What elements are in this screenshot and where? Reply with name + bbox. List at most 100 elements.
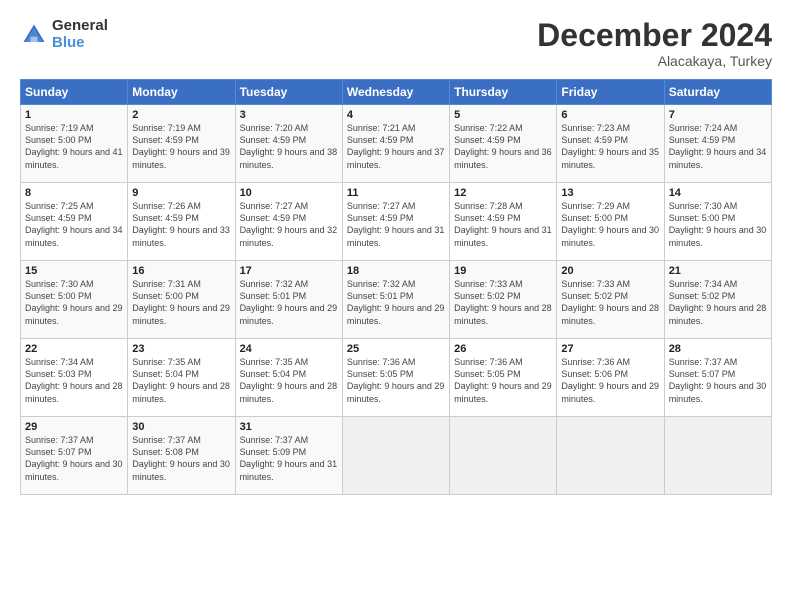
- calendar-cell: 14Sunrise: 7:30 AM Sunset: 5:00 PM Dayli…: [664, 183, 771, 261]
- weekday-monday: Monday: [128, 80, 235, 105]
- day-info: Sunrise: 7:35 AM Sunset: 5:04 PM Dayligh…: [132, 356, 230, 405]
- day-info: Sunrise: 7:31 AM Sunset: 5:00 PM Dayligh…: [132, 278, 230, 327]
- day-info: Sunrise: 7:37 AM Sunset: 5:07 PM Dayligh…: [669, 356, 767, 405]
- day-info: Sunrise: 7:33 AM Sunset: 5:02 PM Dayligh…: [561, 278, 659, 327]
- day-number: 13: [561, 187, 659, 199]
- day-number: 16: [132, 265, 230, 277]
- day-number: 28: [669, 343, 767, 355]
- day-info: Sunrise: 7:34 AM Sunset: 5:03 PM Dayligh…: [25, 356, 123, 405]
- day-info: Sunrise: 7:30 AM Sunset: 5:00 PM Dayligh…: [669, 200, 767, 249]
- day-info: Sunrise: 7:37 AM Sunset: 5:07 PM Dayligh…: [25, 434, 123, 483]
- calendar-cell: 17Sunrise: 7:32 AM Sunset: 5:01 PM Dayli…: [235, 261, 342, 339]
- day-number: 29: [25, 421, 123, 433]
- calendar-cell: 11Sunrise: 7:27 AM Sunset: 4:59 PM Dayli…: [342, 183, 449, 261]
- calendar-row-2: 8Sunrise: 7:25 AM Sunset: 4:59 PM Daylig…: [21, 183, 772, 261]
- header: General Blue December 2024 Alacakaya, Tu…: [20, 18, 772, 69]
- day-number: 3: [240, 109, 338, 121]
- calendar-cell: 4Sunrise: 7:21 AM Sunset: 4:59 PM Daylig…: [342, 105, 449, 183]
- weekday-tuesday: Tuesday: [235, 80, 342, 105]
- day-number: 5: [454, 109, 552, 121]
- calendar-cell: 15Sunrise: 7:30 AM Sunset: 5:00 PM Dayli…: [21, 261, 128, 339]
- day-number: 22: [25, 343, 123, 355]
- day-info: Sunrise: 7:29 AM Sunset: 5:00 PM Dayligh…: [561, 200, 659, 249]
- day-info: Sunrise: 7:36 AM Sunset: 5:05 PM Dayligh…: [454, 356, 552, 405]
- calendar-cell: 19Sunrise: 7:33 AM Sunset: 5:02 PM Dayli…: [450, 261, 557, 339]
- calendar-page: General Blue December 2024 Alacakaya, Tu…: [0, 0, 792, 612]
- day-number: 15: [25, 265, 123, 277]
- calendar-cell: 28Sunrise: 7:37 AM Sunset: 5:07 PM Dayli…: [664, 339, 771, 417]
- logo-general: General: [52, 18, 108, 35]
- day-number: 1: [25, 109, 123, 121]
- day-info: Sunrise: 7:33 AM Sunset: 5:02 PM Dayligh…: [454, 278, 552, 327]
- day-info: Sunrise: 7:27 AM Sunset: 4:59 PM Dayligh…: [240, 200, 338, 249]
- day-number: 26: [454, 343, 552, 355]
- calendar-cell: 30Sunrise: 7:37 AM Sunset: 5:08 PM Dayli…: [128, 417, 235, 495]
- calendar-cell: [450, 417, 557, 495]
- calendar-cell: 31Sunrise: 7:37 AM Sunset: 5:09 PM Dayli…: [235, 417, 342, 495]
- calendar-cell: 25Sunrise: 7:36 AM Sunset: 5:05 PM Dayli…: [342, 339, 449, 417]
- day-number: 7: [669, 109, 767, 121]
- day-number: 30: [132, 421, 230, 433]
- day-info: Sunrise: 7:26 AM Sunset: 4:59 PM Dayligh…: [132, 200, 230, 249]
- day-info: Sunrise: 7:23 AM Sunset: 4:59 PM Dayligh…: [561, 122, 659, 171]
- day-number: 8: [25, 187, 123, 199]
- day-info: Sunrise: 7:22 AM Sunset: 4:59 PM Dayligh…: [454, 122, 552, 171]
- day-number: 17: [240, 265, 338, 277]
- day-info: Sunrise: 7:32 AM Sunset: 5:01 PM Dayligh…: [347, 278, 445, 327]
- day-number: 11: [347, 187, 445, 199]
- day-info: Sunrise: 7:34 AM Sunset: 5:02 PM Dayligh…: [669, 278, 767, 327]
- day-info: Sunrise: 7:27 AM Sunset: 4:59 PM Dayligh…: [347, 200, 445, 249]
- day-info: Sunrise: 7:21 AM Sunset: 4:59 PM Dayligh…: [347, 122, 445, 171]
- day-number: 12: [454, 187, 552, 199]
- calendar-cell: 8Sunrise: 7:25 AM Sunset: 4:59 PM Daylig…: [21, 183, 128, 261]
- weekday-friday: Friday: [557, 80, 664, 105]
- day-number: 19: [454, 265, 552, 277]
- logo-text: General Blue: [52, 18, 108, 51]
- day-number: 24: [240, 343, 338, 355]
- calendar-cell: 3Sunrise: 7:20 AM Sunset: 4:59 PM Daylig…: [235, 105, 342, 183]
- weekday-thursday: Thursday: [450, 80, 557, 105]
- calendar-cell: [664, 417, 771, 495]
- calendar-cell: [557, 417, 664, 495]
- weekday-sunday: Sunday: [21, 80, 128, 105]
- logo-icon: [20, 21, 48, 49]
- day-number: 20: [561, 265, 659, 277]
- calendar-cell: 10Sunrise: 7:27 AM Sunset: 4:59 PM Dayli…: [235, 183, 342, 261]
- calendar-row-5: 29Sunrise: 7:37 AM Sunset: 5:07 PM Dayli…: [21, 417, 772, 495]
- title-area: December 2024 Alacakaya, Turkey: [537, 18, 772, 69]
- calendar-cell: 13Sunrise: 7:29 AM Sunset: 5:00 PM Dayli…: [557, 183, 664, 261]
- calendar-row-1: 1Sunrise: 7:19 AM Sunset: 5:00 PM Daylig…: [21, 105, 772, 183]
- logo: General Blue: [20, 18, 108, 51]
- logo-blue: Blue: [52, 35, 108, 52]
- calendar-cell: 6Sunrise: 7:23 AM Sunset: 4:59 PM Daylig…: [557, 105, 664, 183]
- day-number: 27: [561, 343, 659, 355]
- day-info: Sunrise: 7:37 AM Sunset: 5:09 PM Dayligh…: [240, 434, 338, 483]
- day-number: 31: [240, 421, 338, 433]
- calendar-cell: 29Sunrise: 7:37 AM Sunset: 5:07 PM Dayli…: [21, 417, 128, 495]
- calendar-row-3: 15Sunrise: 7:30 AM Sunset: 5:00 PM Dayli…: [21, 261, 772, 339]
- calendar-cell: 24Sunrise: 7:35 AM Sunset: 5:04 PM Dayli…: [235, 339, 342, 417]
- day-number: 23: [132, 343, 230, 355]
- day-info: Sunrise: 7:36 AM Sunset: 5:05 PM Dayligh…: [347, 356, 445, 405]
- calendar-cell: 7Sunrise: 7:24 AM Sunset: 4:59 PM Daylig…: [664, 105, 771, 183]
- day-info: Sunrise: 7:20 AM Sunset: 4:59 PM Dayligh…: [240, 122, 338, 171]
- weekday-wednesday: Wednesday: [342, 80, 449, 105]
- calendar-cell: 27Sunrise: 7:36 AM Sunset: 5:06 PM Dayli…: [557, 339, 664, 417]
- location: Alacakaya, Turkey: [537, 53, 772, 69]
- calendar-cell: 22Sunrise: 7:34 AM Sunset: 5:03 PM Dayli…: [21, 339, 128, 417]
- month-title: December 2024: [537, 18, 772, 53]
- calendar-cell: 2Sunrise: 7:19 AM Sunset: 4:59 PM Daylig…: [128, 105, 235, 183]
- calendar-cell: 18Sunrise: 7:32 AM Sunset: 5:01 PM Dayli…: [342, 261, 449, 339]
- day-info: Sunrise: 7:37 AM Sunset: 5:08 PM Dayligh…: [132, 434, 230, 483]
- day-info: Sunrise: 7:32 AM Sunset: 5:01 PM Dayligh…: [240, 278, 338, 327]
- calendar-cell: 16Sunrise: 7:31 AM Sunset: 5:00 PM Dayli…: [128, 261, 235, 339]
- day-number: 25: [347, 343, 445, 355]
- calendar-cell: [342, 417, 449, 495]
- day-number: 14: [669, 187, 767, 199]
- calendar-cell: 1Sunrise: 7:19 AM Sunset: 5:00 PM Daylig…: [21, 105, 128, 183]
- day-number: 21: [669, 265, 767, 277]
- calendar-cell: 5Sunrise: 7:22 AM Sunset: 4:59 PM Daylig…: [450, 105, 557, 183]
- day-info: Sunrise: 7:24 AM Sunset: 4:59 PM Dayligh…: [669, 122, 767, 171]
- day-number: 9: [132, 187, 230, 199]
- calendar-cell: 21Sunrise: 7:34 AM Sunset: 5:02 PM Dayli…: [664, 261, 771, 339]
